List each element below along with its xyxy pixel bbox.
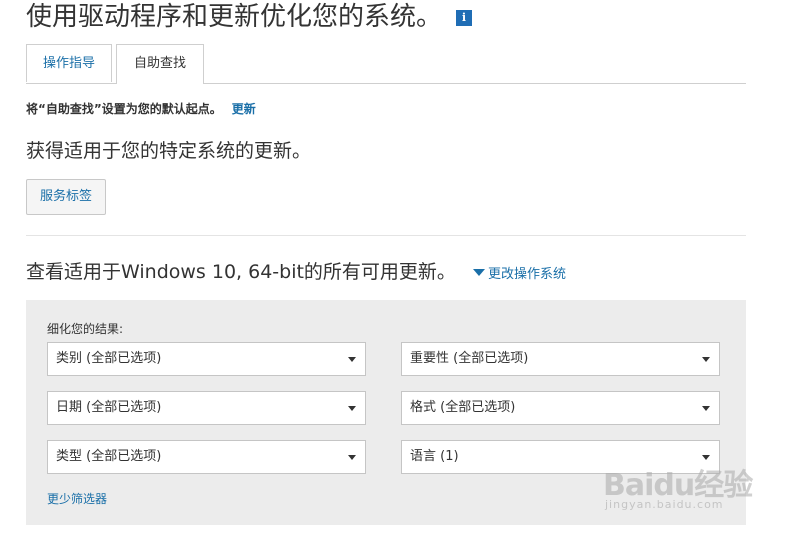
chevron-down-icon xyxy=(702,357,710,362)
refine-results-label: 细化您的结果: xyxy=(47,322,124,336)
filter-panel: 细化您的结果: 类别 (全部已选项) 重要性 (全部已选项) 日期 (全部已选项… xyxy=(26,300,746,525)
default-start-text: 将“自助查找”设置为您的默认起点。 xyxy=(26,102,222,116)
date-select-value: 日期 (全部已选项) xyxy=(56,400,162,415)
info-icon[interactable]: i xyxy=(456,10,473,26)
all-updates-heading: 查看适用于Windows 10, 64-bit的所有可用更新。 xyxy=(26,261,456,283)
tab-self-search[interactable]: 自助查找 xyxy=(116,44,204,84)
chevron-down-icon xyxy=(348,357,356,362)
chevron-down-icon xyxy=(702,406,710,411)
format-select-value: 格式 (全部已选项) xyxy=(410,400,516,415)
change-os-link[interactable]: 更改操作系统 xyxy=(473,263,566,282)
tab-bar: 操作指导 自助查找 xyxy=(26,44,746,84)
language-select-value: 语言 (1) xyxy=(410,449,459,464)
chevron-down-icon xyxy=(348,455,356,460)
importance-select[interactable]: 重要性 (全部已选项) xyxy=(401,342,720,376)
category-select-value: 类别 (全部已选项) xyxy=(56,351,162,366)
section-divider xyxy=(26,235,746,236)
chevron-down-icon xyxy=(348,406,356,411)
category-select[interactable]: 类别 (全部已选项) xyxy=(47,342,366,376)
change-os-label: 更改操作系统 xyxy=(488,267,567,282)
type-select-value: 类型 (全部已选项) xyxy=(56,449,162,464)
fewer-filters-link[interactable]: 更少筛选器 xyxy=(47,490,107,507)
triangle-down-icon xyxy=(473,269,485,276)
update-default-link[interactable]: 更新 xyxy=(232,102,256,116)
date-select[interactable]: 日期 (全部已选项) xyxy=(47,391,366,425)
default-start-notice: 将“自助查找”设置为您的默认起点。 更新 xyxy=(26,100,256,117)
type-select[interactable]: 类型 (全部已选项) xyxy=(47,440,366,474)
page-title-text: 使用驱动程序和更新优化您的系统。 xyxy=(26,2,443,32)
format-select[interactable]: 格式 (全部已选项) xyxy=(401,391,720,425)
service-tag-button[interactable]: 服务标签 xyxy=(26,179,106,215)
chevron-down-icon xyxy=(702,455,710,460)
importance-select-value: 重要性 (全部已选项) xyxy=(410,351,529,366)
language-select[interactable]: 语言 (1) xyxy=(401,440,720,474)
tab-guidance[interactable]: 操作指导 xyxy=(26,44,112,82)
specific-system-heading: 获得适用于您的特定系统的更新。 xyxy=(26,140,312,162)
page-title: 使用驱动程序和更新优化您的系统。 i xyxy=(26,0,473,34)
